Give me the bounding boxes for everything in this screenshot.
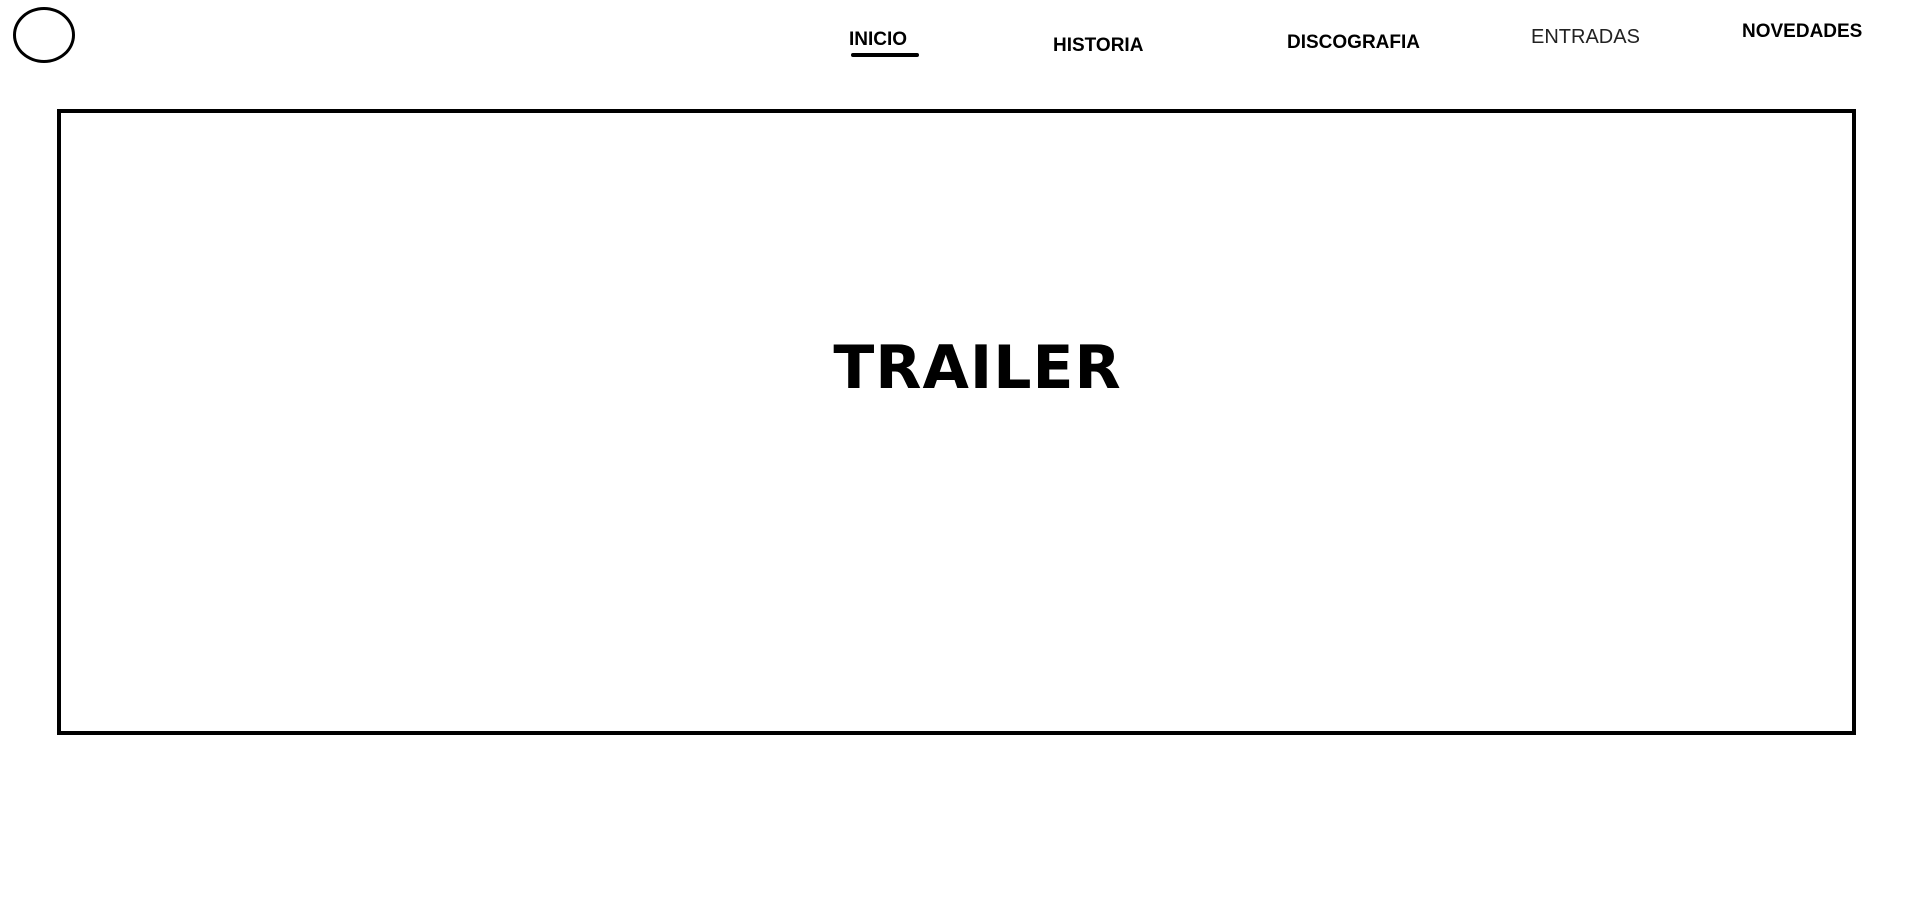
trailer-label: TRAILER xyxy=(833,333,1122,403)
nav-item-historia[interactable]: HISTORIA xyxy=(1053,35,1143,57)
nav-item-discografia[interactable]: DISCOGRAFIA xyxy=(1287,32,1420,54)
active-nav-underline xyxy=(851,53,919,57)
nav-item-novedades[interactable]: NOVEDADES xyxy=(1742,21,1862,43)
nav-item-entradas[interactable]: ENTRADAS xyxy=(1531,26,1640,49)
trailer-container[interactable]: TRAILER xyxy=(57,109,1856,735)
nav-item-inicio[interactable]: INICIO xyxy=(849,29,907,51)
logo-circle-icon[interactable] xyxy=(13,7,75,63)
